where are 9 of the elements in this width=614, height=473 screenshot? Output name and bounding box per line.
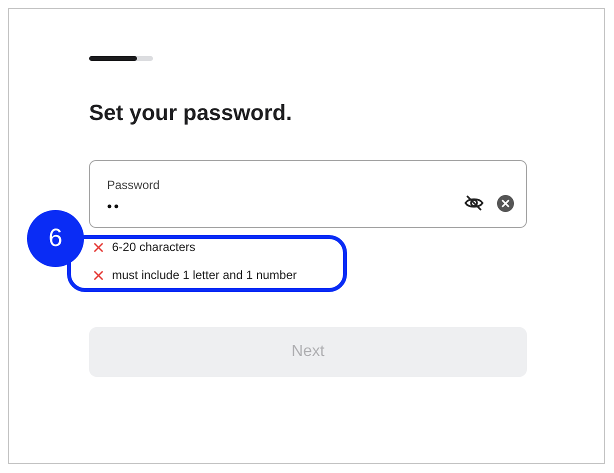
rule-text: must include 1 letter and 1 number [112, 268, 297, 282]
step-badge: 6 [27, 210, 84, 267]
eye-slash-icon[interactable] [464, 193, 484, 213]
field-value: •• [107, 198, 122, 214]
field-label: Password [107, 178, 161, 192]
rule-text: 6-20 characters [112, 240, 196, 254]
page-title: Set your password. [89, 99, 293, 127]
password-field[interactable]: Password •• [89, 160, 527, 228]
clear-icon[interactable] [497, 194, 514, 212]
